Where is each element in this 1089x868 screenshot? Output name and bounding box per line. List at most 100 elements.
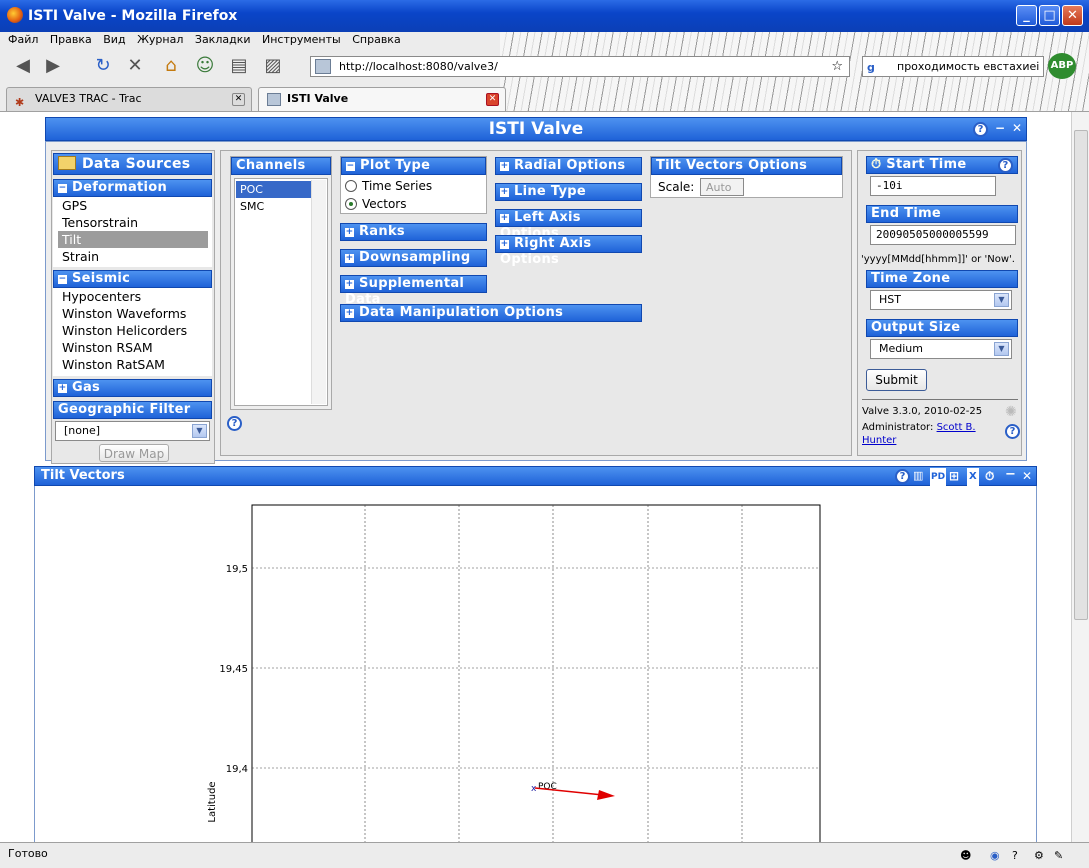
end-time-input[interactable]: 20090505000005599 xyxy=(870,225,1016,245)
tilt-vectors-chart[interactable]: 19,519,4519,4 Latitude x POC xyxy=(35,486,1036,846)
output-size-select[interactable]: Medium ▼ xyxy=(870,339,1012,359)
list-item-tilt[interactable]: Tilt xyxy=(58,231,208,248)
help-icon[interactable]: ? xyxy=(998,158,1013,173)
pencil-icon[interactable]: ✎ xyxy=(1054,845,1063,867)
tab-valve3-trac[interactable]: ✱ VALVE3 TRAC - Trac ✕ xyxy=(6,87,252,111)
supplemental-section[interactable]: + Supplemental Data xyxy=(340,275,487,307)
minimize-icon[interactable]: − xyxy=(993,121,1007,135)
radial-options-section[interactable]: + Radial Options xyxy=(495,157,642,175)
help-icon[interactable]: ? xyxy=(1005,424,1020,439)
plot-type-header[interactable]: − Plot Type xyxy=(341,157,486,175)
menu-tools[interactable]: Инструменты xyxy=(262,33,341,46)
radio-time-series[interactable]: Time Series xyxy=(345,179,432,193)
forward-icon[interactable]: ▶ xyxy=(40,55,66,79)
seismic-list: Hypocenters Winston Waveforms Winston He… xyxy=(53,288,212,376)
user-icon[interactable]: ☻ xyxy=(960,845,971,867)
data-manipulation-section[interactable]: + Data Manipulation Options xyxy=(340,304,642,322)
valve-main-panel: Data Sources − Deformation GPS Tensorstra… xyxy=(45,141,1027,464)
radio-icon xyxy=(345,180,357,192)
folder-icon xyxy=(58,156,76,170)
list-item-winston-helicorders[interactable]: Winston Helicorders xyxy=(58,322,208,339)
vertical-scrollbar[interactable] xyxy=(1071,112,1089,842)
menu-file[interactable]: Файл xyxy=(8,33,38,46)
chevron-down-icon: ▼ xyxy=(994,293,1009,307)
menu-edit[interactable]: Правка xyxy=(50,33,92,46)
menu-view[interactable]: Вид xyxy=(103,33,125,46)
group-gas[interactable]: + Gas xyxy=(53,379,212,397)
list-item-hypocenters[interactable]: Hypocenters xyxy=(58,288,208,305)
y-tick-label: 19,5 xyxy=(226,564,248,575)
reload-icon[interactable]: ↻ xyxy=(90,55,116,79)
divider xyxy=(862,399,1018,400)
screenshot-icon[interactable]: ▨ xyxy=(260,55,286,79)
submit-button[interactable]: Submit xyxy=(866,369,927,391)
help-status-icon[interactable]: ? xyxy=(1012,845,1018,867)
admin-link-cont[interactable]: Hunter xyxy=(862,435,896,446)
channels-scrollbar[interactable] xyxy=(311,180,326,404)
back-icon[interactable]: ◀ xyxy=(10,55,36,79)
list-item-winston-rsam[interactable]: Winston RSAM xyxy=(58,339,208,356)
draw-map-button[interactable]: Draw Map xyxy=(99,444,169,462)
search-bar[interactable]: g проходимость евстахиеі xyxy=(862,56,1044,77)
channels-header: Channels xyxy=(231,157,331,175)
group-seismic[interactable]: − Seismic xyxy=(53,270,212,288)
radio-vectors[interactable]: Vectors xyxy=(345,197,407,211)
print-icon[interactable]: ▤ xyxy=(226,55,252,79)
zoom-icon[interactable]: ⊞ xyxy=(949,467,959,485)
geo-filter-select[interactable]: [none] ▼ xyxy=(55,421,210,441)
help-icon[interactable]: ? xyxy=(973,122,988,137)
output-size-value: Medium xyxy=(879,342,923,355)
channel-smc[interactable]: SMC xyxy=(236,198,312,215)
downsampling-section[interactable]: + Downsampling xyxy=(340,249,487,267)
scrollbar-thumb[interactable] xyxy=(1074,130,1088,620)
address-bar[interactable]: http://localhost:8080/valve3/ ☆ xyxy=(310,56,850,77)
adblock-button[interactable]: ABP xyxy=(1048,53,1076,79)
right-axis-section[interactable]: + Right Axis Options xyxy=(495,235,642,267)
group-deformation[interactable]: − Deformation xyxy=(53,179,212,197)
list-item-gps[interactable]: GPS xyxy=(58,197,208,214)
list-item-winston-ratsam[interactable]: Winston RatSAM xyxy=(58,356,208,373)
maximize-button[interactable]: □ xyxy=(1039,5,1060,26)
help-icon[interactable]: ? xyxy=(895,469,910,484)
left-axis-section[interactable]: + Left Axis Options xyxy=(495,209,642,241)
admin-link[interactable]: Scott B. xyxy=(937,422,976,433)
tilt-vectors-options-panel: Tilt Vectors Options Scale: Auto xyxy=(650,156,843,198)
home-icon[interactable]: ⌂ xyxy=(158,55,184,79)
menu-bookmarks[interactable]: Закладки xyxy=(195,33,251,46)
tab-isti-valve[interactable]: ISTI Valve ✕ xyxy=(258,87,506,111)
list-item-winston-waveforms[interactable]: Winston Waveforms xyxy=(58,305,208,322)
close-window-button[interactable]: ✕ xyxy=(1062,5,1083,26)
expand-icon: + xyxy=(58,383,67,393)
menu-history[interactable]: Журнал xyxy=(137,33,183,46)
stop-icon[interactable]: ✕ xyxy=(122,55,148,79)
close-tab-icon[interactable]: ✕ xyxy=(232,93,245,106)
addon-icon[interactable]: ☺ xyxy=(192,55,218,79)
channel-poc[interactable]: POC xyxy=(236,181,312,198)
close-tab-icon[interactable]: ✕ xyxy=(486,93,499,106)
clock-icon[interactable]: ⏱ xyxy=(985,467,994,485)
start-time-input[interactable]: -10i xyxy=(870,176,996,196)
close-icon[interactable]: ✕ xyxy=(1022,467,1032,485)
minimize-icon[interactable]: − xyxy=(1005,466,1016,484)
data-icon[interactable]: ▥ xyxy=(913,467,923,485)
radio-label: Time Series xyxy=(362,179,433,193)
google-icon[interactable]: g xyxy=(867,58,875,76)
plot-type-panel: − Plot Type Time Series Vectors xyxy=(340,156,487,214)
pdf-icon[interactable]: PD xyxy=(930,468,947,486)
menu-help[interactable]: Справка xyxy=(352,33,400,46)
time-zone-select[interactable]: HST ▼ xyxy=(870,290,1012,310)
scale-input[interactable]: Auto xyxy=(700,178,744,196)
close-icon[interactable]: ✕ xyxy=(1010,121,1024,135)
list-item-tensorstrain[interactable]: Tensorstrain xyxy=(58,214,208,231)
help-icon[interactable]: ? xyxy=(227,416,242,431)
page-title: ISTI Valve xyxy=(488,119,584,139)
line-type-section[interactable]: + Line Type xyxy=(495,183,642,201)
gear-icon[interactable]: ⚙ xyxy=(1034,845,1044,867)
ranks-section[interactable]: + Ranks xyxy=(340,223,487,241)
list-item-strain[interactable]: Strain xyxy=(58,248,208,265)
channels-list[interactable]: POC SMC xyxy=(234,178,328,406)
bookmark-star-icon[interactable]: ☆ xyxy=(831,57,843,76)
minimize-button[interactable]: _ xyxy=(1016,5,1037,26)
xml-icon[interactable]: X xyxy=(967,468,979,486)
addon-status-icon[interactable]: ◉ xyxy=(990,845,1000,867)
